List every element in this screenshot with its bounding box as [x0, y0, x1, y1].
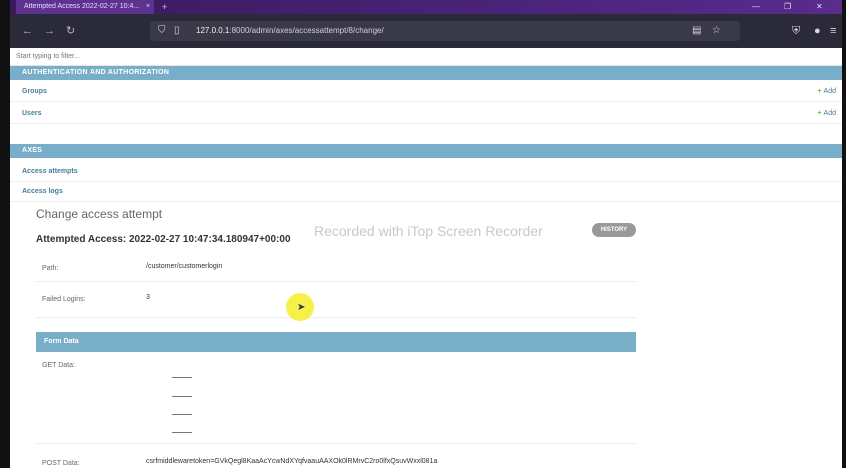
form-data-caption: Form Data	[36, 332, 636, 352]
add-group-button[interactable]: + Add	[817, 82, 836, 102]
groups-link[interactable]: Groups	[22, 82, 47, 102]
screen-border-right	[842, 0, 846, 468]
add-icon: +	[817, 110, 822, 117]
minimize-icon[interactable]: —	[752, 0, 760, 14]
object-heading: Attempted Access: 2022-02-27 10:47:34.18…	[36, 234, 291, 245]
pocket-icon[interactable]: ⛨	[792, 24, 800, 38]
new-tab-icon[interactable]: +	[162, 0, 167, 14]
page-title: Change access attempt	[36, 207, 163, 221]
get-data-line	[172, 414, 192, 415]
access-attempts-link[interactable]: Access attempts	[22, 162, 78, 182]
path-label: Path:	[42, 265, 59, 272]
recorder-watermark: Recorded with iTop Screen Recorder	[314, 223, 543, 239]
module-row-access-logs: Access logs	[10, 182, 842, 202]
screen-border-left	[0, 0, 10, 468]
module-row-groups: Groups + Add	[10, 82, 842, 102]
access-logs-link[interactable]: Access logs	[22, 182, 63, 202]
failed-logins-value: 3	[146, 294, 150, 301]
shield-icon[interactable]: ⛉	[158, 24, 166, 38]
get-data-line	[172, 396, 192, 397]
get-data-line	[172, 377, 192, 378]
failed-logins-label: Failed Logins:	[42, 296, 86, 303]
url-text[interactable]: 127.0.0.1:8000/admin/axes/accessattempt/…	[196, 21, 384, 41]
page-info-icon[interactable]: ▯	[174, 24, 180, 38]
path-value: /customer/customerlogin	[146, 263, 223, 270]
reload-icon[interactable]: ↻	[66, 24, 75, 38]
forward-icon[interactable]: →	[44, 24, 55, 38]
post-data-label: POST Data:	[42, 460, 80, 467]
users-link[interactable]: Users	[22, 104, 41, 124]
field-row-failed-logins: Failed Logins: 3	[36, 284, 636, 318]
history-button[interactable]: HISTORY	[592, 223, 636, 237]
url-path: :8000/admin/axes/accessattempt/8/change/	[229, 26, 384, 35]
add-label: Add	[823, 110, 836, 117]
add-label: Add	[823, 88, 836, 95]
module-row-users: Users + Add	[10, 104, 842, 124]
browser-tab-bar: Attempted Access 2022-02-27 10:4... × + …	[10, 0, 842, 14]
menu-icon[interactable]: ≡	[830, 24, 836, 38]
field-row-path: Path: /customer/customerlogin	[36, 256, 636, 282]
browser-tab[interactable]: Attempted Access 2022-02-27 10:4... ×	[16, 0, 154, 14]
nav-filter-input[interactable]: Start typing to filter...	[10, 48, 842, 66]
mouse-pointer-icon: ➤	[297, 302, 306, 313]
browser-toolbar: ← → ↻ ⛉ ▯ 127.0.0.1:8000/admin/axes/acce…	[10, 14, 842, 48]
post-data-value: csrfmiddlewaretoken=GVkQegl8KaaAcYcwNdXY…	[146, 458, 438, 465]
url-host: 127.0.0.1	[196, 26, 230, 35]
bookmark-star-icon[interactable]: ☆	[712, 24, 721, 38]
get-data-label: GET Data:	[42, 362, 75, 369]
account-icon[interactable]: ●	[814, 24, 821, 38]
maximize-icon[interactable]: ❐	[784, 0, 791, 14]
admin-page: Start typing to filter... AUTHENTICATION…	[10, 48, 842, 468]
field-row-get-data: GET Data:	[36, 354, 636, 444]
close-window-icon[interactable]: ✕	[816, 0, 823, 14]
field-row-post-data: POST Data: csrfmiddlewaretoken=GVkQegl8K…	[36, 448, 636, 468]
reader-view-icon[interactable]: ▤	[692, 24, 701, 38]
module-caption-auth[interactable]: AUTHENTICATION AND AUTHORIZATION	[10, 66, 842, 80]
module-row-access-attempts: Access attempts	[10, 162, 842, 182]
close-tab-icon[interactable]: ×	[146, 0, 150, 14]
add-icon: +	[817, 88, 822, 95]
browser-tab-title: Attempted Access 2022-02-27 10:4...	[24, 3, 140, 10]
add-user-button[interactable]: + Add	[817, 104, 836, 124]
module-caption-axes[interactable]: AXES	[10, 144, 842, 158]
back-icon[interactable]: ←	[22, 24, 33, 38]
get-data-line	[172, 432, 192, 433]
address-bar[interactable]: ⛉ ▯ 127.0.0.1:8000/admin/axes/accessatte…	[150, 21, 740, 41]
